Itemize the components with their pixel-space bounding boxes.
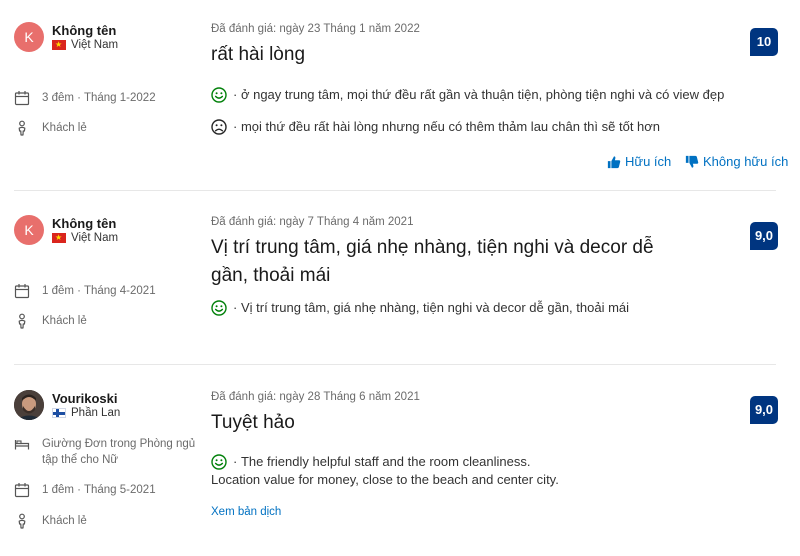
review-score-badge: 9,0 xyxy=(750,396,778,424)
stay-label: 1 đêm · Tháng 5-2021 xyxy=(42,484,156,496)
positive-comment-text: The friendly helpful staff and the room … xyxy=(240,454,531,469)
positive-comment: · The friendly helpful staff and the roo… xyxy=(211,453,531,471)
bed-icon xyxy=(14,440,30,450)
reviewer-country: Phần Lan xyxy=(52,407,120,419)
room-type-label: Giường Đơn trong Phòng ngủ tập thể cho N… xyxy=(42,436,195,468)
country-label: Phần Lan xyxy=(71,407,121,419)
positive-comment-text: Location value for money, close to the b… xyxy=(211,472,559,487)
review-date: Đã đánh giá: ngày 28 Tháng 6 năm 2021 xyxy=(211,391,420,403)
room-type: Giường Đơn trong Phòng ngủ tập thể cho N… xyxy=(14,436,195,468)
finland-flag-icon xyxy=(52,408,66,418)
stay-info: 1 đêm · Tháng 5-2021 xyxy=(14,482,156,498)
room-type-line: tập thể cho Nữ xyxy=(42,454,119,466)
review-title: Tuyệt hảo xyxy=(211,412,295,433)
review-card: Vourikoski Phần Lan Giường Đơn trong Phò… xyxy=(0,0,800,556)
traveler-type: Khách lẻ xyxy=(14,513,87,529)
avatar xyxy=(14,390,44,420)
positive-comment-continued: Location value for money, close to the b… xyxy=(211,471,559,489)
profile-photo xyxy=(14,390,44,420)
comment-bullet: · xyxy=(233,454,241,469)
room-type-line: Giường Đơn trong Phòng ngủ xyxy=(42,438,196,450)
traveler-type-label: Khách lẻ xyxy=(42,515,87,527)
smiley-face-icon xyxy=(211,454,227,470)
calendar-icon xyxy=(14,483,30,498)
reviewer-name: Vourikoski xyxy=(52,391,118,406)
see-translation-link[interactable]: Xem bản dịch xyxy=(211,506,281,518)
person-icon xyxy=(18,513,26,529)
